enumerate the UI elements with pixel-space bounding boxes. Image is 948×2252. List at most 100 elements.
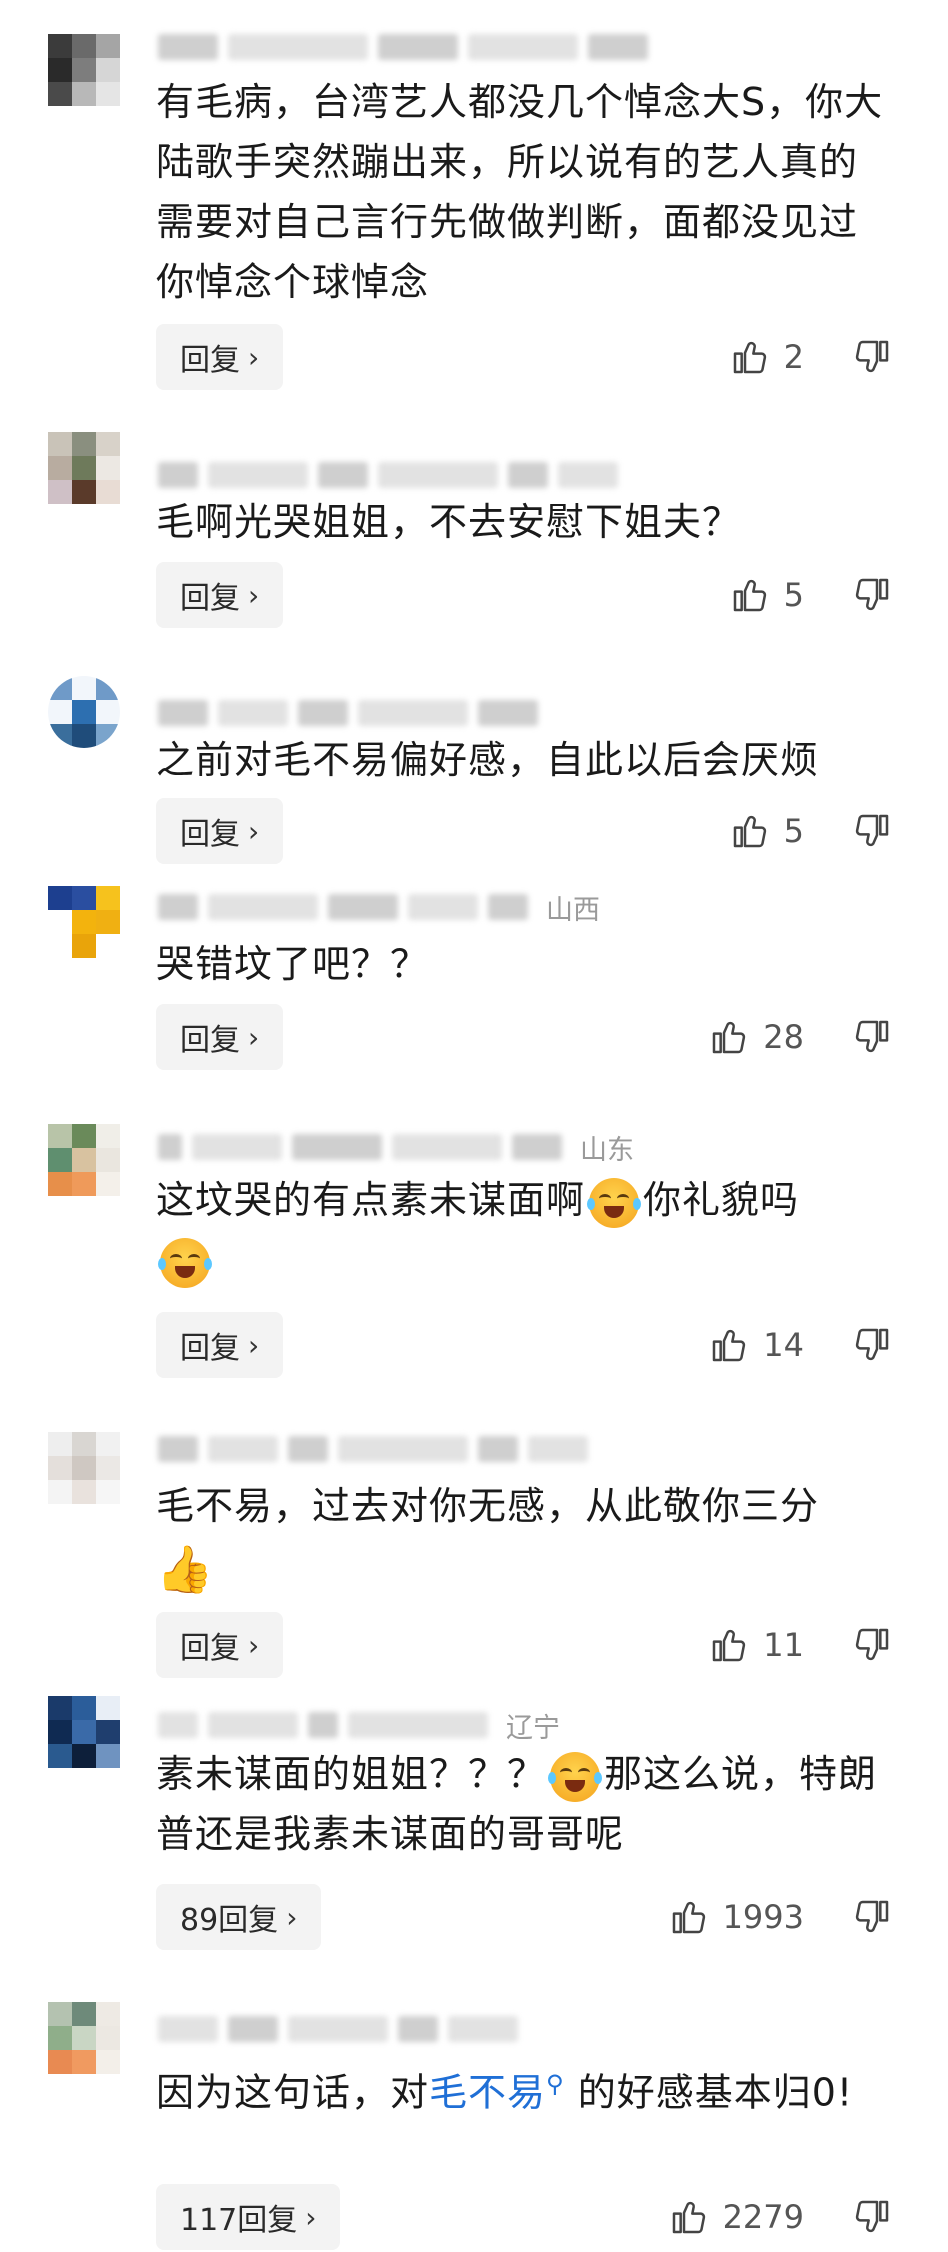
dislike-button[interactable] — [844, 798, 900, 864]
like-button[interactable]: 14 — [709, 1312, 804, 1378]
like-count: 1993 — [722, 1898, 804, 1936]
thumb-up-icon — [733, 815, 766, 848]
reply-button[interactable]: 回复 › — [156, 798, 284, 864]
like-button[interactable]: 5 — [730, 798, 804, 864]
username-redacted[interactable]: 山东 — [158, 1130, 634, 1166]
reply-button[interactable]: 回复 › — [156, 1312, 284, 1378]
like-button[interactable]: 2 — [730, 324, 804, 390]
thumb-up-icon — [733, 579, 766, 612]
comment-text-part: 你礼貌吗 — [643, 1178, 800, 1222]
reply-button[interactable]: 回复 › — [156, 562, 284, 628]
reply-label: 117回复 — [180, 2203, 298, 2238]
reply-label: 回复 — [180, 817, 240, 852]
dislike-button[interactable] — [844, 2184, 900, 2250]
reply-button[interactable]: 89回复 › — [156, 1884, 322, 1950]
thumb-up-icon — [672, 1901, 705, 1934]
username-redacted[interactable] — [158, 30, 648, 64]
dislike-button[interactable] — [844, 562, 900, 628]
thumb-down-icon — [855, 1020, 889, 1053]
chevron-right-icon: › — [248, 1628, 260, 1662]
chevron-right-icon: › — [248, 814, 260, 848]
username-redacted[interactable] — [158, 458, 618, 492]
reply-button[interactable]: 117回复 › — [156, 2184, 341, 2250]
like-button[interactable]: 5 — [730, 562, 804, 628]
comment-actions: 回复 › 2 — [156, 324, 900, 390]
dislike-button[interactable] — [844, 324, 900, 390]
artist-search-link[interactable]: 毛不易 — [429, 2071, 546, 2115]
chevron-right-icon: › — [305, 2200, 317, 2234]
dislike-button[interactable] — [844, 1612, 900, 1678]
dislike-button[interactable] — [844, 1004, 900, 1070]
like-count: 2 — [783, 338, 804, 376]
avatar[interactable] — [48, 676, 120, 748]
chevron-right-icon: › — [248, 1328, 260, 1362]
reply-label: 回复 — [180, 1331, 240, 1366]
thumb-down-icon — [855, 578, 889, 611]
comment-text: 这坟哭的有点素未谋面啊 你礼貌吗 — [156, 1170, 896, 1290]
username-redacted[interactable] — [158, 2012, 518, 2046]
comment-actions: 回复 › 14 — [156, 1312, 900, 1378]
like-count: 2279 — [722, 2198, 804, 2236]
thumb-down-icon — [855, 2200, 889, 2233]
reply-label: 回复 — [180, 1631, 240, 1666]
thumb-down-icon — [855, 1328, 889, 1361]
like-button[interactable]: 1993 — [669, 1884, 804, 1950]
username-redacted[interactable] — [158, 696, 538, 730]
reply-button[interactable]: 回复 › — [156, 1004, 284, 1070]
comment-text-part: 的好感基本归0! — [577, 2070, 854, 2115]
username-redacted[interactable]: 辽宁 — [158, 1708, 560, 1744]
chevron-right-icon: › — [286, 1900, 298, 1934]
username-redacted[interactable]: 山西 — [158, 890, 600, 926]
comment-text-part: 毛不易，过去对你无感，从此敬你三分 — [156, 1484, 820, 1528]
comment-text: 哭错坟了吧？？ — [156, 942, 430, 986]
comment-actions: 117回复 › 2279 — [156, 2184, 900, 2250]
thumb-down-icon — [855, 340, 889, 373]
dislike-button[interactable] — [844, 1884, 900, 1950]
comment-actions: 回复 › 5 — [156, 798, 900, 864]
comment-text: 有毛病，台湾艺人都没几个悼念大S，你大陆歌手突然蹦出来，所以说有的艺人真的需要对… — [156, 80, 884, 304]
like-count: 14 — [763, 1326, 804, 1364]
avatar[interactable] — [48, 432, 120, 504]
like-button[interactable]: 28 — [709, 1004, 804, 1070]
reply-label: 89回复 — [180, 1903, 279, 1938]
laugh-cry-emoji-icon — [548, 1751, 603, 1802]
avatar[interactable] — [48, 886, 120, 958]
like-button[interactable]: 11 — [709, 1612, 804, 1678]
avatar[interactable] — [48, 1124, 120, 1196]
reply-button[interactable]: 回复 › — [156, 1612, 284, 1678]
like-count: 5 — [783, 576, 804, 614]
comment-text: 因为这句话，对毛不易⚲ 的好感基本归0! — [156, 2054, 896, 2123]
comment-actions: 回复 › 28 — [156, 1004, 900, 1070]
comment-text: 毛啊光哭姐姐，不去安慰下姐夫？ — [156, 500, 742, 544]
thumb-down-icon — [855, 1628, 889, 1661]
reply-button[interactable]: 回复 › — [156, 324, 284, 390]
comment-text: 毛不易，过去对你无感，从此敬你三分 👍 — [156, 1476, 896, 1596]
reply-label: 回复 — [180, 581, 240, 616]
comment-actions: 回复 › 5 — [156, 562, 900, 628]
thumbs-up-emoji-icon: 👍 — [156, 1541, 215, 1596]
avatar[interactable] — [48, 2002, 120, 2074]
thumb-down-icon — [855, 1900, 889, 1933]
region-label: 辽宁 — [506, 1712, 560, 1744]
dislike-button[interactable] — [844, 1312, 900, 1378]
comment-text-part: 素未谋面的姐姐？？？ — [156, 1752, 547, 1796]
thumb-down-icon — [855, 814, 889, 847]
reply-label: 回复 — [180, 1023, 240, 1058]
username-redacted[interactable] — [158, 1432, 588, 1466]
thumb-up-icon — [713, 1329, 746, 1362]
like-count: 11 — [763, 1626, 804, 1664]
laugh-cry-emoji-icon — [158, 1237, 212, 1288]
region-label: 山西 — [546, 894, 600, 926]
chevron-right-icon: › — [248, 578, 260, 612]
avatar[interactable] — [48, 1432, 120, 1504]
avatar[interactable] — [48, 1696, 120, 1768]
region-label: 山东 — [580, 1134, 634, 1166]
like-button[interactable]: 2279 — [669, 2184, 804, 2250]
comment-text-part: 因为这句话，对 — [156, 2070, 430, 2115]
avatar[interactable] — [48, 34, 120, 106]
thumb-up-icon — [713, 1629, 746, 1662]
search-icon[interactable]: ⚲ — [546, 2070, 565, 2098]
thumb-up-icon — [672, 2201, 705, 2234]
reply-label: 回复 — [180, 343, 240, 378]
thumb-up-icon — [713, 1021, 746, 1054]
